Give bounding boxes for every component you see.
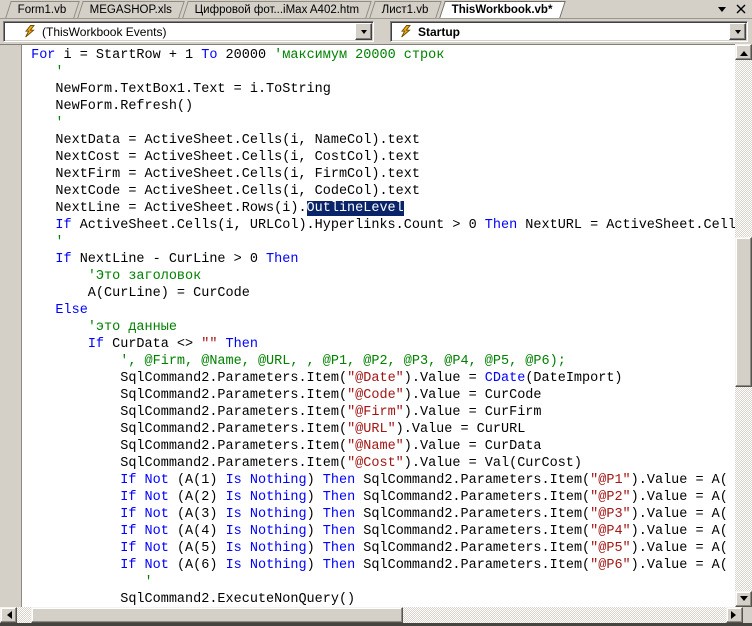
chevron-down-icon xyxy=(360,30,367,37)
code-line: ' xyxy=(55,65,64,80)
code-line: NewForm.Refresh() xyxy=(23,99,194,114)
triangle-down-icon xyxy=(739,595,748,605)
tab-label: MEGASHOP.xls xyxy=(89,3,172,16)
tab-label: ThisWorkbook.vb* xyxy=(451,3,553,16)
triangle-left-icon xyxy=(3,611,12,619)
file-tab[interactable]: Лист1.vb xyxy=(369,1,442,18)
code-line: SqlCommand2.ExecuteNonQuery() xyxy=(23,592,356,607)
code-line: NextLine = ActiveSheet.Rows(i).OutlineLe… xyxy=(23,201,404,216)
scroll-up-button[interactable] xyxy=(735,44,752,60)
code-line: If ActiveSheet.Cells(i, URLCol).Hyperlin… xyxy=(55,218,735,233)
code-line: If Not (A(6) Is Nothing) Then SqlCommand… xyxy=(120,558,728,573)
code-line: SqlCommand2.Parameters.Item("@Code").Val… xyxy=(23,388,542,403)
code-line: If Not (A(3) Is Nothing) Then SqlCommand… xyxy=(120,507,728,522)
code-line: NextCode = ActiveSheet.Cells(i, CodeCol)… xyxy=(23,184,420,199)
code-line: If Not (A(5) Is Nothing) Then SqlCommand… xyxy=(120,541,728,556)
code-line: SqlCommand2.Parameters.Item("@Cost").Val… xyxy=(23,456,583,471)
scroll-right-button[interactable] xyxy=(726,607,743,623)
indicator-margin[interactable] xyxy=(0,45,22,607)
object-combobox[interactable]: (ThisWorkbook Events) xyxy=(3,21,374,42)
object-combo-dropdown-button[interactable] xyxy=(355,23,372,40)
code-line: ' xyxy=(55,116,64,131)
file-tab-bar: Form1.vb MEGASHOP.xls Цифровой фот...iMax … xyxy=(0,0,752,18)
file-tab[interactable]: Form1.vb xyxy=(5,1,80,18)
code-line: If CurData <> "" Then xyxy=(87,337,258,352)
code-line: For i = StartRow + 1 To 20000 'максимум … xyxy=(31,48,445,63)
procedure-combobox[interactable]: Startup xyxy=(390,21,748,42)
combo-bar: (ThisWorkbook Events) Startup xyxy=(0,18,752,44)
code-line: If Not (A(2) Is Nothing) Then SqlCommand… xyxy=(120,490,728,505)
scroll-down-button[interactable] xyxy=(735,591,752,607)
triangle-right-icon xyxy=(731,611,740,619)
lightning-event-icon xyxy=(25,24,35,37)
procedure-combo-dropdown-button[interactable] xyxy=(729,23,746,40)
vertical-scrollbar[interactable] xyxy=(735,44,752,607)
code-editor[interactable]: For i = StartRow + 1 To 20000 'максимум … xyxy=(0,44,752,607)
close-button[interactable] xyxy=(735,3,747,15)
code-line: ' xyxy=(144,575,153,590)
code-content[interactable]: For i = StartRow + 1 To 20000 'максимум … xyxy=(23,45,735,607)
code-line: NextFirm = ActiveSheet.Cells(i, FirmCol)… xyxy=(23,167,420,182)
tab-label: Цифровой фот...iMax A402.htm xyxy=(194,3,360,16)
code-line: SqlCommand2.Parameters.Item("@URL").Valu… xyxy=(23,422,526,437)
vertical-scroll-thumb[interactable] xyxy=(735,237,752,387)
code-line: If Not (A(4) Is Nothing) Then SqlCommand… xyxy=(120,524,728,539)
scroll-left-button[interactable] xyxy=(0,607,17,623)
tab-label: Лист1.vb xyxy=(382,3,429,16)
close-icon xyxy=(736,4,746,14)
tab-list-button[interactable] xyxy=(716,5,728,15)
lightning-event-icon xyxy=(401,24,411,37)
code-line: ', @Firm, @Name, @URL, , @P1, @P2, @P3, … xyxy=(120,354,566,369)
procedure-combo-value: Startup xyxy=(418,24,460,39)
code-line: NewForm.TextBox1.Text = i.ToString xyxy=(23,82,331,97)
chevron-down-icon xyxy=(734,30,741,37)
horizontal-scrollbar[interactable] xyxy=(0,607,743,623)
code-line: ' xyxy=(55,235,64,250)
code-line: 'это данные xyxy=(87,320,177,335)
code-editor-window: Form1.vb MEGASHOP.xls Цифровой фот...iMax … xyxy=(0,0,752,626)
code-line: If Not (A(1) Is Nothing) Then SqlCommand… xyxy=(120,473,728,488)
code-line: Else xyxy=(55,303,88,318)
code-line: SqlCommand2.Parameters.Item("@Firm").Val… xyxy=(23,405,542,420)
code-line: A(CurLine) = CurCode xyxy=(23,286,250,301)
scrollbar-corner xyxy=(743,607,752,623)
code-line: NextCost = ActiveSheet.Cells(i, CostCol)… xyxy=(23,150,420,165)
chevron-down-icon xyxy=(718,7,726,16)
file-tab[interactable]: MEGASHOP.xls xyxy=(76,1,185,18)
code-line: SqlCommand2.Parameters.Item("@Date").Val… xyxy=(23,371,623,386)
selected-text: OutlineLevel xyxy=(306,201,404,216)
triangle-up-icon xyxy=(739,47,748,56)
file-tab[interactable]: ThisWorkbook.vb* xyxy=(439,1,566,18)
tab-label: Form1.vb xyxy=(17,3,67,16)
code-line: 'Это заголовок xyxy=(87,269,202,284)
code-line: SqlCommand2.Parameters.Item("@Name").Val… xyxy=(23,439,542,454)
code-line: If NextLine - CurLine > 0 Then xyxy=(55,252,299,267)
file-tab[interactable]: Цифровой фот...iMax A402.htm xyxy=(182,1,373,18)
horizontal-scroll-thumb[interactable] xyxy=(31,607,403,623)
object-combo-value: (ThisWorkbook Events) xyxy=(42,24,167,39)
code-line: NextData = ActiveSheet.Cells(i, NameCol)… xyxy=(23,133,420,148)
